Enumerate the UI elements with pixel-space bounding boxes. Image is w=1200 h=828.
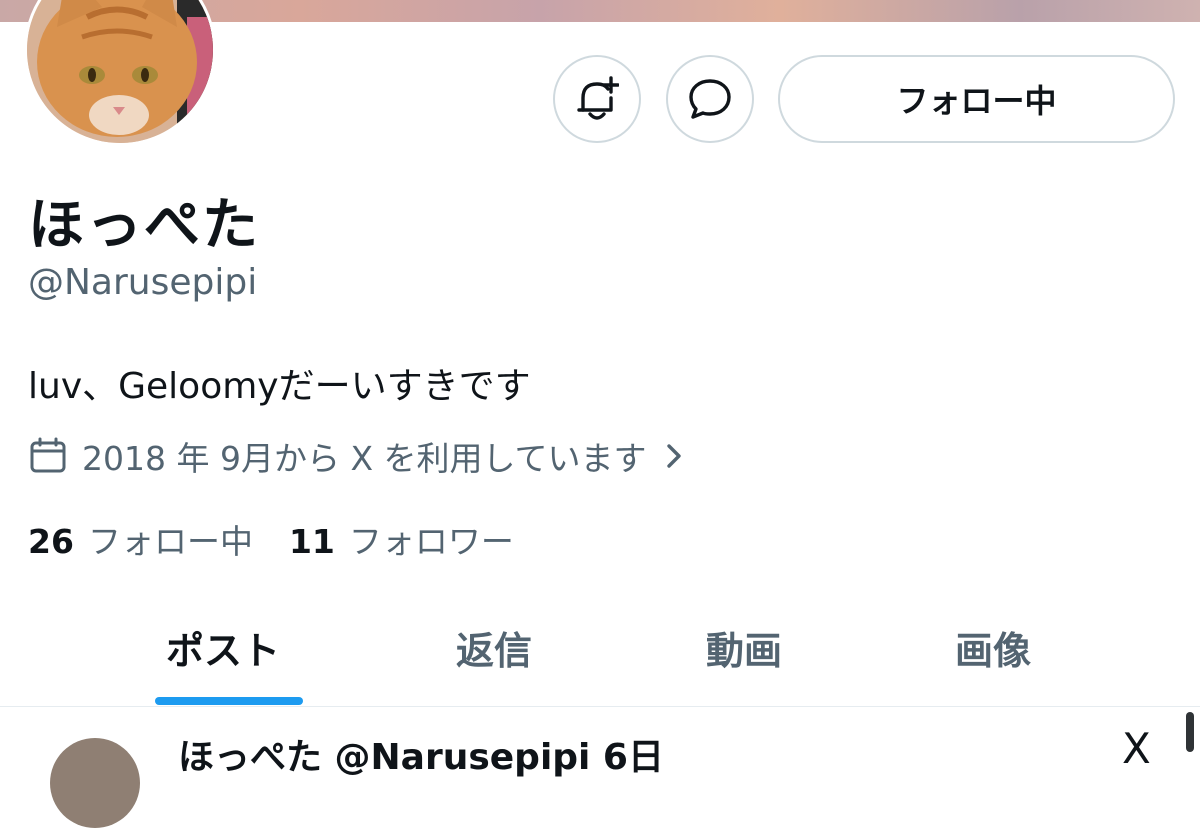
- chevron-right-icon: [666, 444, 681, 468]
- profile-avatar[interactable]: [24, 0, 216, 146]
- cat-avatar-image: [27, 0, 213, 143]
- active-tab-indicator: [155, 697, 303, 705]
- profile-bio: luv、Geloomyだーいすきです: [28, 366, 531, 407]
- chat-bubble-icon: [689, 79, 731, 119]
- post-header: ほっぺた @Narusepipi 6日: [178, 737, 664, 778]
- calendar-icon: [30, 437, 66, 473]
- following-button[interactable]: フォロー中: [778, 55, 1175, 143]
- profile-name: ほっぺた: [28, 193, 260, 258]
- divider: [0, 706, 1200, 707]
- join-date-text: 2018 年 9月から X を利用しています: [82, 439, 647, 478]
- followers-link[interactable]: 11 フォロワー: [289, 515, 514, 563]
- following-count: 26: [28, 522, 74, 561]
- tab-posts[interactable]: ポスト: [166, 620, 280, 675]
- profile-handle: @Narusepipi: [28, 262, 258, 303]
- followers-count: 11: [288, 522, 335, 561]
- scrollbar-thumb[interactable]: [1186, 712, 1194, 752]
- tab-images[interactable]: 画像: [955, 620, 1031, 675]
- notification-subscribe-button[interactable]: [553, 55, 641, 143]
- join-date-row[interactable]: 2018 年 9月から X を利用しています: [28, 432, 703, 480]
- tab-replies[interactable]: 返信: [456, 620, 532, 675]
- x-logo-icon: X: [1122, 724, 1151, 773]
- following-label: フォロー中: [87, 522, 253, 561]
- tab-videos[interactable]: 動画: [706, 620, 782, 675]
- post-author-avatar[interactable]: [50, 738, 140, 828]
- bell-plus-icon: [577, 76, 619, 120]
- following-link[interactable]: 26 フォロー中: [28, 515, 253, 563]
- followers-label: フォロワー: [348, 522, 514, 561]
- follow-stats: 26 フォロー中 11 フォロワー: [28, 515, 514, 563]
- message-button[interactable]: [666, 55, 754, 143]
